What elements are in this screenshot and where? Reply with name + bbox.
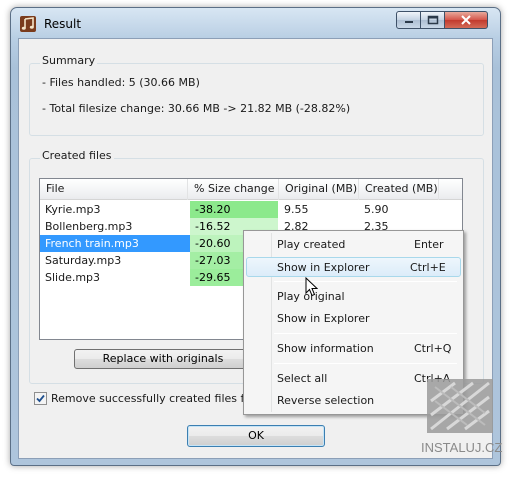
cell-size-change: -38.20 xyxy=(190,201,278,218)
total-change-text: - Total filesize change: 30.66 MB -> 21.… xyxy=(42,102,351,115)
cell-file: Bollenberg.mp3 xyxy=(45,220,133,233)
close-icon xyxy=(461,15,471,25)
menu-separator xyxy=(274,333,457,334)
menu-item-label: Show information xyxy=(277,342,374,355)
menu-item-label: Show in Explorer xyxy=(277,261,370,274)
menu-item-show-in-explorer-original[interactable]: Show in Explorer xyxy=(246,309,461,329)
checkmark-icon xyxy=(36,394,45,403)
menu-item-shortcut: Ctrl+E xyxy=(410,261,446,274)
table-row[interactable]: Kyrie.mp3 -38.20 9.55 5.90 xyxy=(40,201,462,218)
remove-files-checkbox[interactable] xyxy=(34,392,47,405)
menu-item-play-original[interactable]: Play original xyxy=(246,287,461,307)
menu-item-show-information[interactable]: Show information Ctrl+Q xyxy=(246,339,461,359)
column-header-file[interactable]: File xyxy=(40,179,188,200)
close-button[interactable] xyxy=(444,11,488,29)
menu-item-shortcut: Ctrl+Q xyxy=(414,342,452,355)
title-bar[interactable]: Result xyxy=(11,8,500,38)
list-header: File % Size change Original (MB) Created… xyxy=(40,179,462,200)
minimize-icon xyxy=(404,21,413,23)
cell-file: Slide.mp3 xyxy=(45,271,101,284)
files-handled-text: - Files handled: 5 (30.66 MB) xyxy=(42,76,200,89)
watermark-logo-icon: INSTALUJ.CZ xyxy=(421,379,502,455)
cell-file: French train.mp3 xyxy=(45,237,139,250)
watermark: INSTALUJ.CZ xyxy=(421,375,509,460)
column-header-created[interactable]: Created (MB) xyxy=(359,179,439,200)
replace-with-originals-button[interactable]: Replace with originals xyxy=(74,349,252,369)
music-note-icon xyxy=(20,16,36,32)
menu-item-show-in-explorer-created[interactable]: Show in Explorer Ctrl+E xyxy=(246,257,461,277)
maximize-button[interactable] xyxy=(420,11,445,29)
summary-group-label: Summary xyxy=(40,54,98,67)
menu-item-label: Show in Explorer xyxy=(277,312,370,325)
menu-separator xyxy=(274,363,457,364)
menu-item-label: Reverse selection xyxy=(277,394,375,407)
menu-item-label: Select all xyxy=(277,372,328,385)
minimize-button[interactable] xyxy=(396,11,421,29)
cell-created: 5.90 xyxy=(364,203,389,216)
cell-file: Kyrie.mp3 xyxy=(45,203,101,216)
maximize-icon xyxy=(427,15,438,25)
window-title: Result xyxy=(44,17,82,31)
menu-item-play-created[interactable]: Play created Enter xyxy=(246,235,461,255)
summary-group xyxy=(29,63,484,136)
column-header-original[interactable]: Original (MB) xyxy=(279,179,359,200)
menu-item-shortcut: Enter xyxy=(414,238,444,251)
watermark-text: INSTALUJ.CZ xyxy=(421,440,502,455)
menu-separator xyxy=(274,281,457,282)
menu-item-label: Play created xyxy=(277,238,346,251)
ok-button[interactable]: OK xyxy=(187,425,325,447)
cell-original: 9.55 xyxy=(284,203,309,216)
mouse-cursor-icon xyxy=(305,277,318,297)
created-files-group-label: Created files xyxy=(40,149,114,162)
cell-file: Saturday.mp3 xyxy=(45,254,122,267)
column-header-size-change[interactable]: % Size change xyxy=(188,179,279,200)
